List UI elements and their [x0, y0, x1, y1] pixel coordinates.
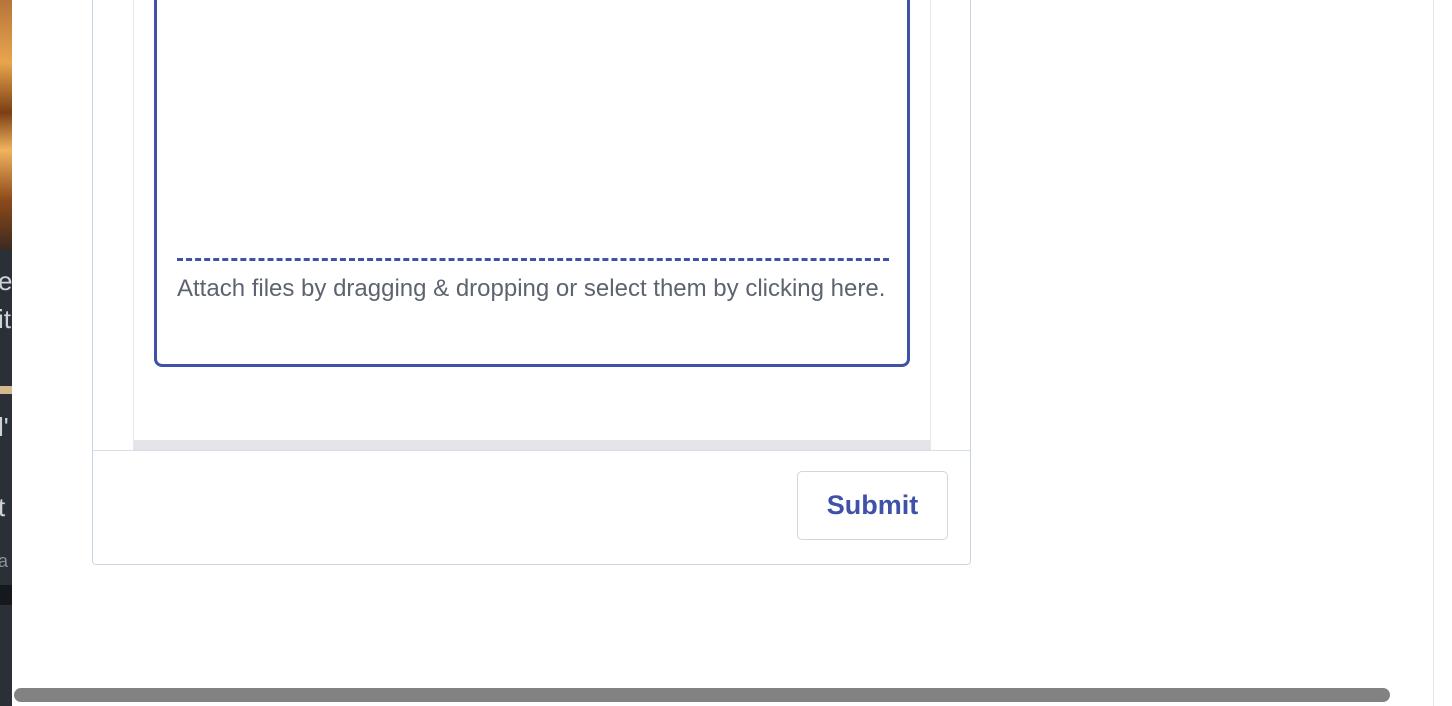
background-text-fragment: it [0, 304, 11, 334]
vertical-scrollbar-track[interactable] [1433, 0, 1452, 706]
message-editor[interactable]: Attach files by dragging & dropping or s… [154, 0, 910, 367]
background-image-fragment [0, 0, 12, 250]
horizontal-scrollbar[interactable] [12, 684, 1434, 706]
background-text-fragment: a [0, 551, 9, 571]
footer-divider [93, 450, 970, 451]
background-page-strip: e it l' t a [0, 0, 12, 706]
submit-button[interactable]: Submit [797, 471, 948, 540]
horizontal-scrollbar-thumb[interactable] [14, 688, 1390, 702]
form-card: Attach files by dragging & dropping or s… [92, 0, 971, 565]
background-dark-fragment [0, 585, 12, 605]
background-bar-fragment [0, 386, 12, 394]
attach-files-dropzone[interactable]: Attach files by dragging & dropping or s… [177, 273, 889, 305]
form-body-panel: Attach files by dragging & dropping or s… [133, 0, 931, 450]
background-text-fragment: l' [0, 412, 9, 442]
background-text-fragment: t [0, 492, 6, 522]
background-text-fragment: e [0, 266, 12, 296]
attachment-drop-divider [177, 258, 889, 261]
modal-content: Attach files by dragging & dropping or s… [12, 0, 1434, 706]
